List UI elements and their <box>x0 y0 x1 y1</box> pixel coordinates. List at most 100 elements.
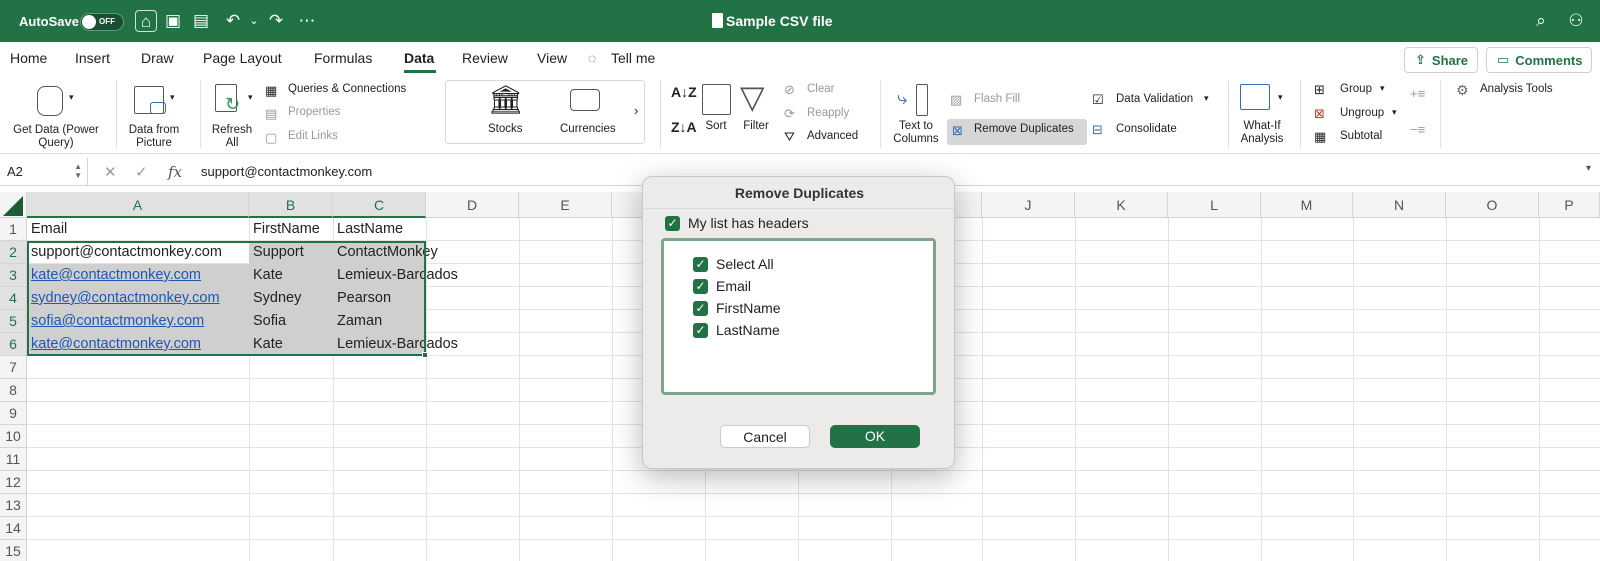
email-checkbox[interactable]: ✓ <box>693 279 708 294</box>
flash-fill-button[interactable]: Flash Fill <box>974 93 1020 105</box>
advanced-button[interactable]: Advanced <box>807 130 858 142</box>
ungroup-button[interactable]: Ungroup <box>1340 107 1384 119</box>
data-validation-button[interactable]: Data Validation <box>1116 93 1193 105</box>
row-header-6[interactable]: 6 <box>0 333 27 356</box>
document-title[interactable]: Sample CSV file <box>726 13 833 29</box>
chevron-down-icon[interactable]: ▾ <box>1380 83 1385 94</box>
search-icon[interactable]: ⌕ <box>1530 10 1552 32</box>
comments-button[interactable]: ▭ Comments <box>1486 47 1592 73</box>
tab-draw[interactable]: Draw <box>141 50 174 66</box>
clear-button[interactable]: Clear <box>807 83 834 95</box>
name-box[interactable]: A2 ▲ ▼ <box>0 158 88 185</box>
column-header-a[interactable]: A <box>27 192 249 218</box>
save-icon[interactable]: ▣ <box>162 10 184 32</box>
row-header-14[interactable]: 14 <box>0 517 27 540</box>
subtotal-button[interactable]: Subtotal <box>1340 130 1382 142</box>
remove-duplicates-button[interactable]: Remove Duplicates <box>974 123 1074 135</box>
row-header-3[interactable]: 3 <box>0 264 27 287</box>
column-header-o[interactable]: O <box>1446 192 1539 218</box>
currencies-label: Currencies <box>560 123 616 135</box>
expand-formula-icon[interactable]: ▾ <box>1586 163 1591 174</box>
undo-icon[interactable]: ↶ <box>222 10 244 32</box>
chevron-down-icon[interactable]: ▾ <box>1204 93 1209 104</box>
group-button[interactable]: Group <box>1340 83 1372 95</box>
cell-b1[interactable]: FirstName <box>250 218 320 241</box>
share-icon: ⇪ <box>1415 52 1426 67</box>
save-as-icon[interactable]: ▤ <box>190 10 212 32</box>
database-icon <box>37 86 63 116</box>
row-header-4[interactable]: 4 <box>0 287 27 310</box>
column-header-j[interactable]: J <box>982 192 1075 218</box>
grid-line <box>1261 218 1262 561</box>
tab-home[interactable]: Home <box>10 50 47 66</box>
row-header-7[interactable]: 7 <box>0 356 27 379</box>
row-header-5[interactable]: 5 <box>0 310 27 333</box>
select-all-checkbox[interactable]: ✓ <box>693 257 708 272</box>
lastname-checkbox[interactable]: ✓ <box>693 323 708 338</box>
row-header-1[interactable]: 1 <box>0 218 27 241</box>
cancel-button[interactable]: Cancel <box>720 425 810 448</box>
formula-input[interactable]: support@contactmonkey.com <box>201 164 372 179</box>
chevron-right-icon[interactable]: › <box>634 103 638 118</box>
account-icon[interactable]: ⚇ <box>1565 10 1587 32</box>
cancel-edit-icon[interactable]: ✕ <box>104 163 117 181</box>
fill-handle[interactable] <box>422 352 428 358</box>
tab-data[interactable]: Data <box>404 50 434 66</box>
select-all-corner[interactable] <box>0 192 27 218</box>
consolidate-button[interactable]: Consolidate <box>1116 123 1177 135</box>
autosave-toggle[interactable]: OFF <box>80 13 124 31</box>
tab-insert[interactable]: Insert <box>75 50 110 66</box>
column-header-d[interactable]: D <box>426 192 519 218</box>
column-header-n[interactable]: N <box>1353 192 1446 218</box>
row-header-8[interactable]: 8 <box>0 379 27 402</box>
queries-connections-button[interactable]: Queries & Connections <box>288 83 406 95</box>
more-icon[interactable]: ⋯ <box>296 10 318 32</box>
columns-list: ✓ Select All ✓ Email ✓ FirstName ✓ LastN… <box>661 238 936 395</box>
sort-az-icon[interactable]: A↓Z <box>671 84 697 100</box>
edit-links-button[interactable]: Edit Links <box>288 130 338 142</box>
row-header-11[interactable]: 11 <box>0 448 27 471</box>
firstname-label: FirstName <box>716 300 781 316</box>
share-button[interactable]: ⇪ Share <box>1404 47 1478 73</box>
row-header-10[interactable]: 10 <box>0 425 27 448</box>
hide-detail-icon[interactable]: −≡ <box>1410 122 1425 137</box>
row-header-2[interactable]: 2 <box>0 241 27 264</box>
column-header-c[interactable]: C <box>333 192 426 218</box>
firstname-checkbox[interactable]: ✓ <box>693 301 708 316</box>
column-header-b[interactable]: B <box>249 192 333 218</box>
tab-page-layout[interactable]: Page Layout <box>203 50 282 66</box>
row-header-15[interactable]: 15 <box>0 540 27 561</box>
properties-button[interactable]: Properties <box>288 106 340 118</box>
tab-review[interactable]: Review <box>462 50 508 66</box>
grid-line <box>1353 218 1354 561</box>
row-header-13[interactable]: 13 <box>0 494 27 517</box>
column-header-p[interactable]: P <box>1539 192 1600 218</box>
stepper-icon[interactable]: ▲ ▼ <box>74 162 82 180</box>
tab-view[interactable]: View <box>537 50 567 66</box>
reapply-button[interactable]: Reapply <box>807 107 849 119</box>
column-header-m[interactable]: M <box>1261 192 1353 218</box>
separator <box>1228 80 1229 148</box>
tab-formulas[interactable]: Formulas <box>314 50 372 66</box>
column-header-k[interactable]: K <box>1075 192 1168 218</box>
redo-icon[interactable]: ↷ <box>265 10 287 32</box>
cell-a1[interactable]: Email <box>28 218 67 241</box>
show-detail-icon[interactable]: +≡ <box>1410 86 1425 101</box>
home-icon[interactable]: ⌂ <box>135 10 157 32</box>
cell-c1[interactable]: LastName <box>334 218 403 241</box>
column-header-l[interactable]: L <box>1168 192 1261 218</box>
bank-icon: 🏛 <box>488 84 524 115</box>
row-header-9[interactable]: 9 <box>0 402 27 425</box>
ok-button[interactable]: OK <box>830 425 920 448</box>
headers-checkbox[interactable]: ✓ <box>665 216 680 231</box>
column-header-e[interactable]: E <box>519 192 612 218</box>
insert-function-icon[interactable]: fx <box>168 163 182 181</box>
currency-icon <box>570 89 600 111</box>
tab-tell-me[interactable]: Tell me <box>611 50 655 66</box>
chevron-down-icon[interactable]: ▾ <box>1392 107 1397 118</box>
analysis-tools-button[interactable]: Analysis Tools <box>1480 83 1553 95</box>
confirm-edit-icon[interactable]: ✓ <box>135 163 148 181</box>
row-header-12[interactable]: 12 <box>0 471 27 494</box>
undo-dropdown-icon[interactable]: ⌄ <box>243 10 265 32</box>
sort-za-icon[interactable]: Z↓A <box>671 119 697 135</box>
